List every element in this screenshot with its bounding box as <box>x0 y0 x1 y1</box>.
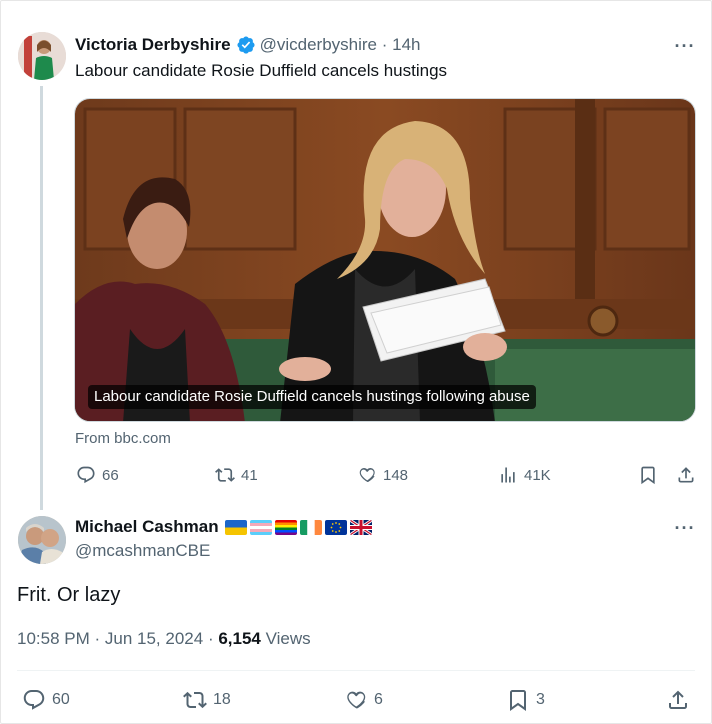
separator-dot: · <box>94 629 105 648</box>
reply-bookmark-button[interactable]: 3 <box>506 688 545 712</box>
tweet-time[interactable]: 14h <box>392 35 420 55</box>
ukraine-flag-icon <box>224 519 247 535</box>
link-card-caption[interactable]: Labour candidate Rosie Duffield cancels … <box>88 385 536 409</box>
reply-more-options-icon[interactable]: ··· <box>673 518 697 538</box>
repost-button[interactable]: 41 <box>215 465 258 485</box>
views-count: 41K <box>524 466 551 484</box>
reply-author-handle[interactable]: @mcashmanCBE <box>75 541 210 561</box>
reply-share-button[interactable] <box>666 688 690 712</box>
reply-reply-count: 60 <box>52 691 70 708</box>
reply-metadata: 10:58 PM · Jun 15, 2024 · 6,154 Views <box>17 629 311 649</box>
reply-text: Frit. Or lazy <box>17 584 121 606</box>
like-button[interactable]: 148 <box>357 465 408 485</box>
more-options-icon[interactable]: ··· <box>673 36 697 56</box>
thread-connector-line <box>40 86 43 510</box>
author-handle[interactable]: @vicderbyshire <box>260 35 377 55</box>
reply-icon <box>22 688 46 712</box>
heart-icon <box>344 688 368 712</box>
views-button[interactable]: 41K <box>498 465 551 485</box>
uk-flag-icon <box>349 519 372 535</box>
reply-like-count: 6 <box>374 691 383 708</box>
share-icon <box>666 688 690 712</box>
bookmark-icon <box>638 465 658 485</box>
share-icon <box>676 465 696 485</box>
author-avatar[interactable] <box>18 32 66 80</box>
reply-time[interactable]: 10:58 PM <box>17 629 90 648</box>
reply-repost-count: 18 <box>213 691 231 708</box>
tweet-text: Labour candidate Rosie Duffield cancels … <box>75 61 448 80</box>
reply-reply-button[interactable]: 60 <box>22 688 70 712</box>
separator-dot: · <box>377 35 393 54</box>
bookmark-icon <box>506 688 530 712</box>
flag-emojis <box>224 519 372 535</box>
repost-icon <box>183 688 207 712</box>
reply-button[interactable]: 66 <box>76 465 119 485</box>
repost-count: 41 <box>241 466 258 484</box>
rainbow-flag-icon <box>274 519 297 535</box>
views-icon <box>498 465 518 485</box>
reply-count: 66 <box>102 466 119 484</box>
repost-icon <box>215 465 235 485</box>
like-count: 148 <box>383 466 409 484</box>
reply-author-name[interactable]: Michael Cashman <box>75 517 219 537</box>
reply-author-avatar[interactable] <box>18 516 66 564</box>
bookmark-button[interactable] <box>638 465 658 485</box>
reply-views-count: 6,154 <box>218 629 261 648</box>
separator-dot: · <box>207 629 219 648</box>
verified-badge-icon <box>236 35 256 55</box>
tweet-header: Victoria Derbyshire @vicderbyshire · 14h <box>75 34 420 56</box>
reply-date[interactable]: Jun 15, 2024 <box>105 629 203 648</box>
reply-views-label: Views <box>265 629 311 648</box>
trans-flag-icon <box>249 519 272 535</box>
share-button[interactable] <box>676 465 696 485</box>
heart-icon <box>357 465 377 485</box>
author-name[interactable]: Victoria Derbyshire <box>75 35 231 55</box>
ireland-flag-icon <box>299 519 322 535</box>
link-card-source[interactable]: From bbc.com <box>75 430 171 447</box>
divider <box>17 670 695 671</box>
reply-repost-button[interactable]: 18 <box>183 688 231 712</box>
reply-bookmark-count: 3 <box>536 691 545 708</box>
reply-author-name-row: Michael Cashman <box>75 516 372 538</box>
reply-like-button[interactable]: 6 <box>344 688 383 712</box>
eu-flag-icon <box>324 519 347 535</box>
link-card-image[interactable] <box>74 98 696 422</box>
reply-icon <box>76 465 96 485</box>
